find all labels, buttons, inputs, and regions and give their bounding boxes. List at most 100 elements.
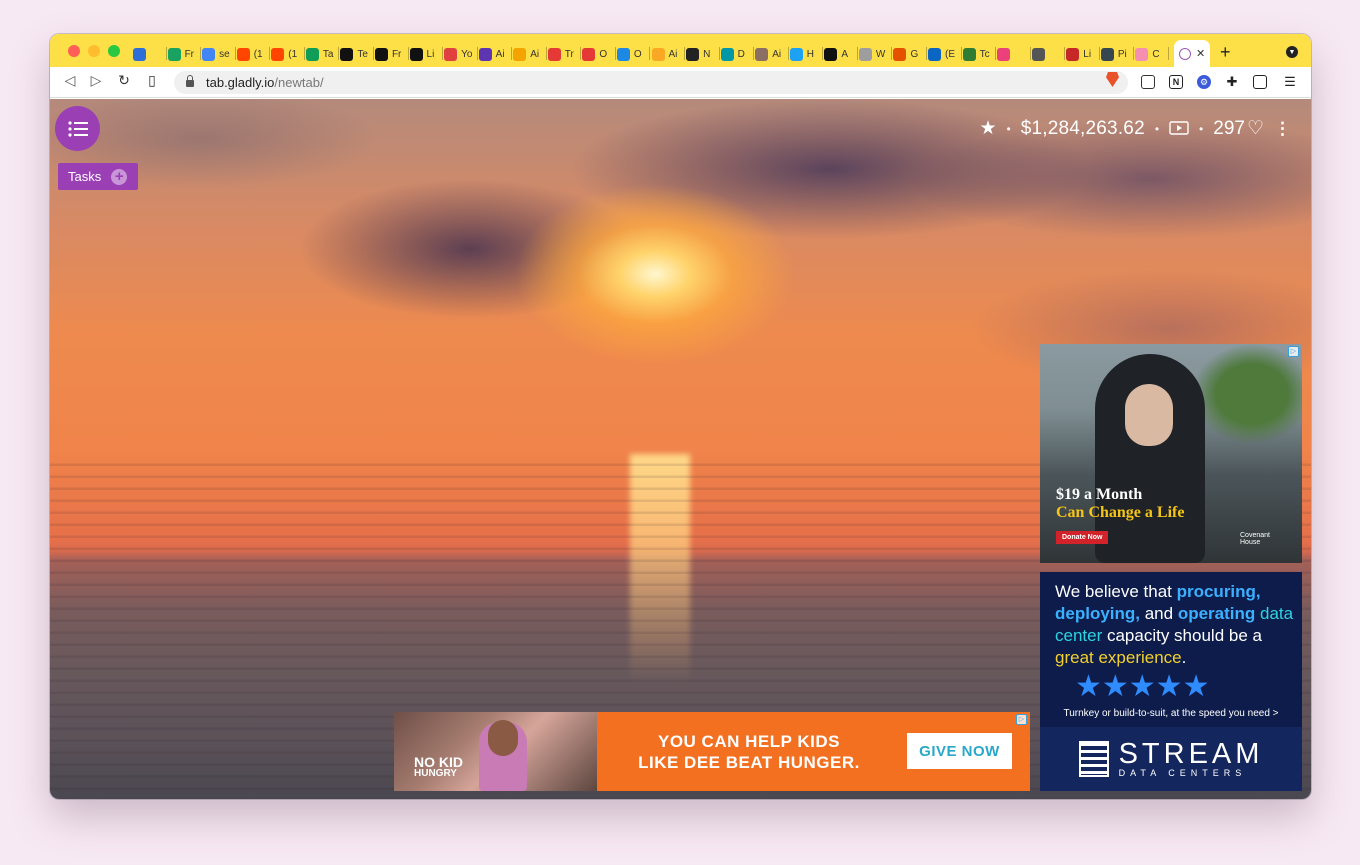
star-circle-icon [720, 47, 734, 61]
tab-strip: Fr se (1 (1 Ta Te Fr Li Yo Ai Ai Tr O O Ai N D Ai H A W G (E Tc… [50, 34, 1311, 67]
tab-search-icon[interactable]: ▼ [1286, 46, 1298, 58]
tab[interactable]: Pi [1100, 41, 1135, 67]
tab[interactable]: G [893, 41, 928, 67]
tab-separator [1064, 47, 1066, 60]
bookmark-icon[interactable]: ▯ [142, 72, 162, 89]
tab-separator [372, 47, 374, 60]
adchoices-icon[interactable]: ▷ [1016, 714, 1027, 725]
bar-chart-icon [651, 47, 665, 61]
video-ad-icon[interactable] [1169, 120, 1189, 137]
tab-separator [234, 47, 236, 60]
adchoices-icon[interactable]: ▷ [1288, 346, 1299, 357]
tab-separator [442, 47, 444, 60]
give-now-button[interactable]: GIVE NOW [907, 733, 1012, 769]
tab[interactable]: W [858, 41, 893, 67]
tab[interactable]: Li [1066, 41, 1100, 67]
tab-active-gladly[interactable]: ✕ [1174, 40, 1210, 67]
tab[interactable] [1031, 41, 1066, 67]
ad-photo-kids: NO KID HUNGRY [394, 712, 597, 791]
maximize-window-button[interactable] [108, 45, 120, 57]
pocket-icon[interactable] [1141, 75, 1155, 89]
stream-logo-name: STREAM [1118, 738, 1264, 770]
tab[interactable]: O [582, 41, 616, 67]
tab[interactable]: N [686, 41, 720, 67]
reload-icon[interactable]: ↻ [114, 72, 134, 89]
tab[interactable]: (1 [236, 41, 271, 67]
tab-label: C [1152, 48, 1160, 60]
donate-now-button[interactable]: Donate Now [1056, 531, 1109, 544]
tab-separator [1098, 47, 1100, 60]
tab[interactable]: Ai [651, 41, 686, 67]
browser-window: Fr se (1 (1 Ta Te Fr Li Yo Ai Ai Tr O O Ai N D Ai H A W G (E Tc… [50, 34, 1311, 799]
tab[interactable]: Yo [444, 41, 478, 67]
tab[interactable]: (E [928, 41, 962, 67]
add-task-icon[interactable]: + [111, 168, 128, 185]
tab[interactable]: Ai [478, 41, 513, 67]
tab[interactable]: Ai [513, 41, 547, 67]
tab[interactable]: H [789, 41, 824, 67]
back-icon[interactable]: ◁ [60, 72, 80, 89]
menu-button[interactable] [55, 106, 100, 151]
tab[interactable]: O [616, 41, 651, 67]
reddit-icon [236, 47, 250, 61]
bars-icon [167, 47, 181, 61]
star-icon[interactable]: ★ [979, 117, 996, 140]
tab-label: Ai [772, 48, 782, 60]
medium-icon [374, 47, 388, 61]
tab-label: Ai [530, 48, 540, 60]
heart-icon[interactable]: ♡ [1247, 117, 1264, 140]
address-bar[interactable]: tab.gladly.io/newtab/ [174, 71, 1128, 94]
stream-logo: STREAM DATA CENTERS [1040, 727, 1302, 791]
ad-no-kid-hungry[interactable]: NO KID HUNGRY ▷ YOU CAN HELP KIDS LIKE D… [394, 712, 1030, 791]
ad-headline: YOU CAN HELP KIDS LIKE DEE BEAT HUNGER. [638, 732, 860, 772]
minimize-window-button[interactable] [88, 45, 100, 57]
tab-separator [787, 47, 789, 60]
notion-icon[interactable]: N [1169, 75, 1183, 89]
tab-separator [891, 47, 893, 60]
tab[interactable]: D [720, 41, 755, 67]
dot-icon [1031, 47, 1045, 61]
tab-separator [580, 47, 582, 60]
tab[interactable]: Ta [305, 41, 340, 67]
hearts-count[interactable]: 297 [1213, 118, 1245, 140]
cup-icon [616, 47, 630, 61]
chart-icon [478, 47, 492, 61]
tab[interactable]: Tc [962, 41, 997, 67]
lock-icon [186, 75, 194, 87]
tab-label: Te [357, 48, 368, 60]
ad-headline: $19 a Month [1056, 486, 1143, 503]
new-tab-page: Tasks + ★ • $1,284,263.62 • • 297 ♡ ⋮ ▷ [50, 99, 1311, 799]
tab[interactable]: Te [340, 41, 374, 67]
tab[interactable]: A [824, 41, 858, 67]
forward-icon[interactable]: ▷ [86, 72, 106, 89]
money-raised[interactable]: $1,284,263.62 [1021, 118, 1145, 140]
tab-label: N [703, 48, 711, 60]
extensions-puzzle-icon[interactable]: ✚ [1225, 74, 1239, 89]
extension-circle-icon[interactable]: ⚙ [1197, 75, 1211, 89]
tab[interactable]: Fr [374, 41, 409, 67]
more-options-icon[interactable]: ⋮ [1274, 120, 1291, 137]
ad-stream-data-centers[interactable]: We believe that procuring, deploying, an… [1040, 572, 1302, 791]
wallet-icon[interactable] [1253, 75, 1267, 89]
tab[interactable]: Fr [167, 41, 202, 67]
url-host: tab.gladly.io [206, 75, 275, 90]
close-tab-icon[interactable]: ✕ [1196, 47, 1205, 60]
tab[interactable] [133, 41, 167, 67]
close-window-button[interactable] [68, 45, 80, 57]
tab[interactable] [997, 41, 1031, 67]
tab[interactable]: Li [409, 41, 444, 67]
tasks-button[interactable]: Tasks + [58, 163, 138, 190]
ad-covenant-house[interactable]: ▷ $19 a Month Can Change a Life Donate N… [1040, 344, 1302, 563]
separator-dot: • [1154, 121, 1160, 136]
tab[interactable]: se [202, 41, 236, 67]
new-tab-button[interactable]: + [1220, 42, 1231, 63]
tab[interactable]: (1 [271, 41, 305, 67]
tab-label: Ai [668, 48, 678, 60]
tab[interactable]: Tr [547, 41, 582, 67]
tab[interactable]: Ai [755, 41, 789, 67]
tab-label: Fr [184, 48, 195, 60]
hamburger-menu-icon[interactable]: ☰ [1283, 74, 1297, 89]
tab[interactable]: C [1135, 41, 1169, 67]
tab-label: G [910, 48, 919, 60]
ad-photo-person [1095, 354, 1205, 563]
